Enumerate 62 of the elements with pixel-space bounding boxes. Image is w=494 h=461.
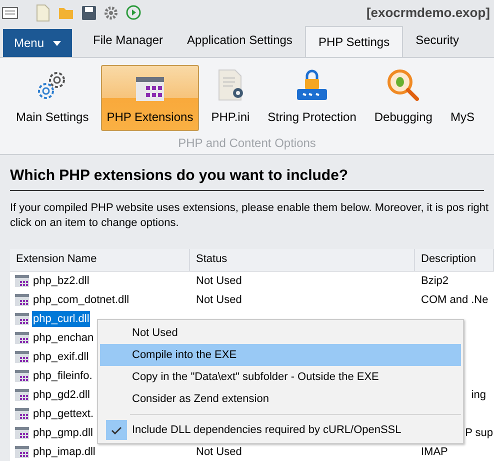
play-icon[interactable] xyxy=(126,5,141,20)
extension-icon xyxy=(15,275,29,287)
menu-button[interactable]: Menu xyxy=(3,29,72,57)
extension-name[interactable]: php_fileinfo. xyxy=(32,368,94,384)
menu-item[interactable]: Include DLL dependencies required by cURL/OpenSSL xyxy=(100,419,461,441)
ribbon-button[interactable]: PHP.ini xyxy=(205,65,256,131)
extension-name[interactable]: php_gmp.dll xyxy=(32,424,94,442)
extension-icon xyxy=(15,408,29,420)
save-icon[interactable] xyxy=(82,6,96,20)
extension-icon xyxy=(15,370,29,382)
extension-icon xyxy=(15,294,29,306)
description-text: COM and .Ne xyxy=(421,294,490,306)
settings-icon[interactable] xyxy=(104,6,118,20)
extension-name[interactable]: php_curl.dll xyxy=(32,310,90,328)
menu-item[interactable]: Copy in the "Data\ext" subfolder - Outside the EXE xyxy=(100,366,461,388)
extension-icon xyxy=(15,446,29,458)
extension-icon xyxy=(15,313,29,325)
menu-item[interactable]: Not Used xyxy=(100,322,461,344)
tab[interactable]: Security xyxy=(404,26,470,54)
folder-icon[interactable] xyxy=(58,6,74,20)
description-text: ing xyxy=(471,388,487,403)
extension-icon xyxy=(15,351,29,363)
extension-name[interactable]: php_gd2.dll xyxy=(32,386,91,404)
section-heading: Which PHP extensions do you want to include? xyxy=(10,165,484,190)
status-text: Not Used xyxy=(196,274,242,287)
ribbon-button[interactable]: Main Settings xyxy=(10,65,95,131)
column-header[interactable]: Extension Name xyxy=(10,248,190,270)
status-text: Not Used xyxy=(196,294,242,306)
column-header[interactable]: Status xyxy=(190,248,415,270)
intro-text: If your compiled PHP website uses extensions, please enable them below. Moreover, it is pos right click on an item to change options. xyxy=(10,200,490,230)
check-icon xyxy=(106,420,126,440)
description-text: P sup xyxy=(465,426,494,441)
description-text: Bzip2 xyxy=(421,274,450,287)
extension-name[interactable]: php_gettext. xyxy=(32,406,95,422)
tab[interactable]: PHP Settings xyxy=(305,26,403,57)
new-file-icon[interactable] xyxy=(36,4,50,22)
extension-icon xyxy=(15,427,29,439)
tab[interactable]: Application Settings xyxy=(176,26,304,54)
php-app-icon xyxy=(2,6,18,18)
menu-item[interactable]: Compile into the EXE xyxy=(100,344,461,366)
extension-icon xyxy=(15,389,29,401)
magnifier-bug-icon xyxy=(386,68,420,102)
menu-item[interactable]: Consider as Zend extension xyxy=(100,388,461,410)
lock-icon xyxy=(295,68,330,102)
column-header[interactable]: Description xyxy=(415,248,494,270)
description-text: IMAP xyxy=(421,446,449,458)
extension-name[interactable]: php_imap.dll xyxy=(32,444,96,460)
caret-icon xyxy=(53,40,61,46)
ribbon-button[interactable]: Debugging xyxy=(368,65,438,131)
ribbon-button[interactable]: String Protection xyxy=(262,65,362,131)
ribbon-button[interactable]: PHP Extensions xyxy=(100,65,200,131)
group-label: PHP and Content Options xyxy=(178,135,316,152)
extension-icon xyxy=(15,332,29,344)
extension-name[interactable]: php_exif.dll xyxy=(32,348,90,366)
ribbon-button[interactable]: MyS xyxy=(444,65,480,131)
extension-name[interactable]: php_enchan xyxy=(32,330,95,346)
window-title: [exocrmdemo.exop] xyxy=(366,4,491,22)
extension-name[interactable]: php_com_dotnet.dll xyxy=(32,292,130,308)
status-text: Not Used xyxy=(196,446,242,458)
extension-name[interactable]: php_bz2.dll xyxy=(32,272,90,290)
window-grid-icon xyxy=(134,76,165,102)
tab[interactable]: File Manager xyxy=(82,26,174,54)
